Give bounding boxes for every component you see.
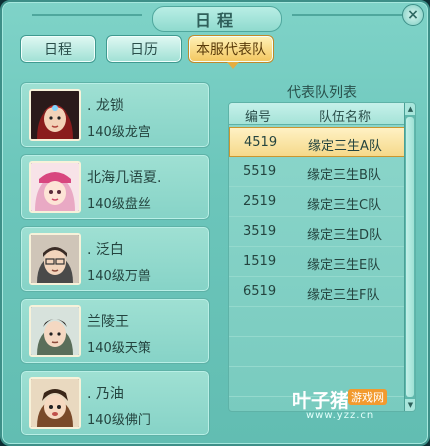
member-card[interactable]: 北海几语夏. 140级盘丝 — [20, 154, 210, 220]
watermark-logo-text: 叶子猪 — [292, 390, 350, 412]
team-id: 3519 — [243, 224, 277, 239]
tab-calendar[interactable]: 日历 — [106, 35, 182, 63]
table-row[interactable]: 3519 缘定三生D队 — [229, 217, 405, 247]
member-name: . 泛白 — [87, 242, 124, 258]
close-icon: × — [407, 7, 419, 23]
team-name: 缘定三生B队 — [307, 168, 381, 183]
watermark-url: www.yzz.cn — [306, 410, 375, 421]
member-card[interactable]: . 乃油 140级佛门 — [20, 370, 210, 436]
scroll-thumb[interactable] — [406, 117, 414, 397]
column-header-id: 编号 — [245, 110, 272, 125]
team-id: 2519 — [243, 194, 277, 209]
site-watermark: 叶子猪 游戏网 www.yzz.cn — [292, 386, 422, 426]
team-list-title: 代表队列表 — [287, 85, 357, 101]
member-name: 北海几语夏. — [87, 170, 162, 186]
column-header-name: 队伍名称 — [319, 110, 372, 125]
schedule-window: 日程 × 日程 日历 本服代表队 . 龙锁 140级龙宫 北海几语夏. 140级… — [0, 0, 430, 446]
member-portrait-icon — [29, 305, 81, 357]
table-row[interactable]: 2519 缘定三生C队 — [229, 187, 405, 217]
team-name: 缘定三生C队 — [307, 198, 382, 213]
member-level: 140级盘丝 — [87, 197, 151, 212]
window-title: 日程 — [194, 11, 239, 30]
team-name: 缘定三生D队 — [307, 228, 383, 243]
team-id: 4519 — [244, 135, 278, 150]
team-name: 缘定三生F队 — [307, 288, 380, 303]
member-name: . 乃油 — [87, 386, 124, 402]
team-list-scrollbar[interactable]: ▲ ▼ — [404, 103, 415, 411]
scroll-up-arrow-icon[interactable]: ▲ — [405, 103, 415, 115]
empty-row — [229, 337, 405, 367]
close-button[interactable]: × — [402, 4, 424, 26]
member-name: 兰陵王 — [87, 314, 129, 330]
title-ornament-right — [292, 14, 402, 16]
team-name: 缘定三生E队 — [307, 258, 381, 273]
member-portrait-icon — [29, 89, 81, 141]
table-row[interactable]: 4519 缘定三生A队 — [229, 127, 405, 157]
tab-server-team[interactable]: 本服代表队 — [188, 35, 274, 69]
member-level: 140级天策 — [87, 341, 151, 356]
table-row[interactable]: 1519 缘定三生E队 — [229, 247, 405, 277]
team-table: 编号 队伍名称 4519 缘定三生A队 5519 缘定三生B队 2519 缘定三… — [228, 102, 416, 412]
team-table-header: 编号 队伍名称 — [229, 103, 405, 125]
member-card[interactable]: . 龙锁 140级龙宫 — [20, 82, 210, 148]
member-card[interactable]: . 泛白 140级万兽 — [20, 226, 210, 292]
member-portrait-icon — [29, 233, 81, 285]
member-level: 140级万兽 — [87, 269, 151, 284]
table-row[interactable]: 5519 缘定三生B队 — [229, 157, 405, 187]
member-level: 140级龙宫 — [87, 125, 151, 140]
team-id: 6519 — [243, 284, 277, 299]
member-portrait-icon — [29, 377, 81, 429]
window-title-bar: 日程 — [152, 6, 282, 32]
empty-row — [229, 307, 405, 337]
member-level: 140级佛门 — [87, 413, 151, 428]
watermark-tag: 游戏网 — [348, 389, 387, 405]
tab-schedule[interactable]: 日程 — [20, 35, 96, 63]
member-name: . 龙锁 — [87, 98, 124, 114]
title-ornament-left — [32, 14, 142, 16]
member-portrait-icon — [29, 161, 81, 213]
member-card[interactable]: 兰陵王 140级天策 — [20, 298, 210, 364]
team-name: 缘定三生A队 — [308, 139, 382, 154]
table-row[interactable]: 6519 缘定三生F队 — [229, 277, 405, 307]
team-id: 5519 — [243, 164, 277, 179]
team-id: 1519 — [243, 254, 277, 269]
